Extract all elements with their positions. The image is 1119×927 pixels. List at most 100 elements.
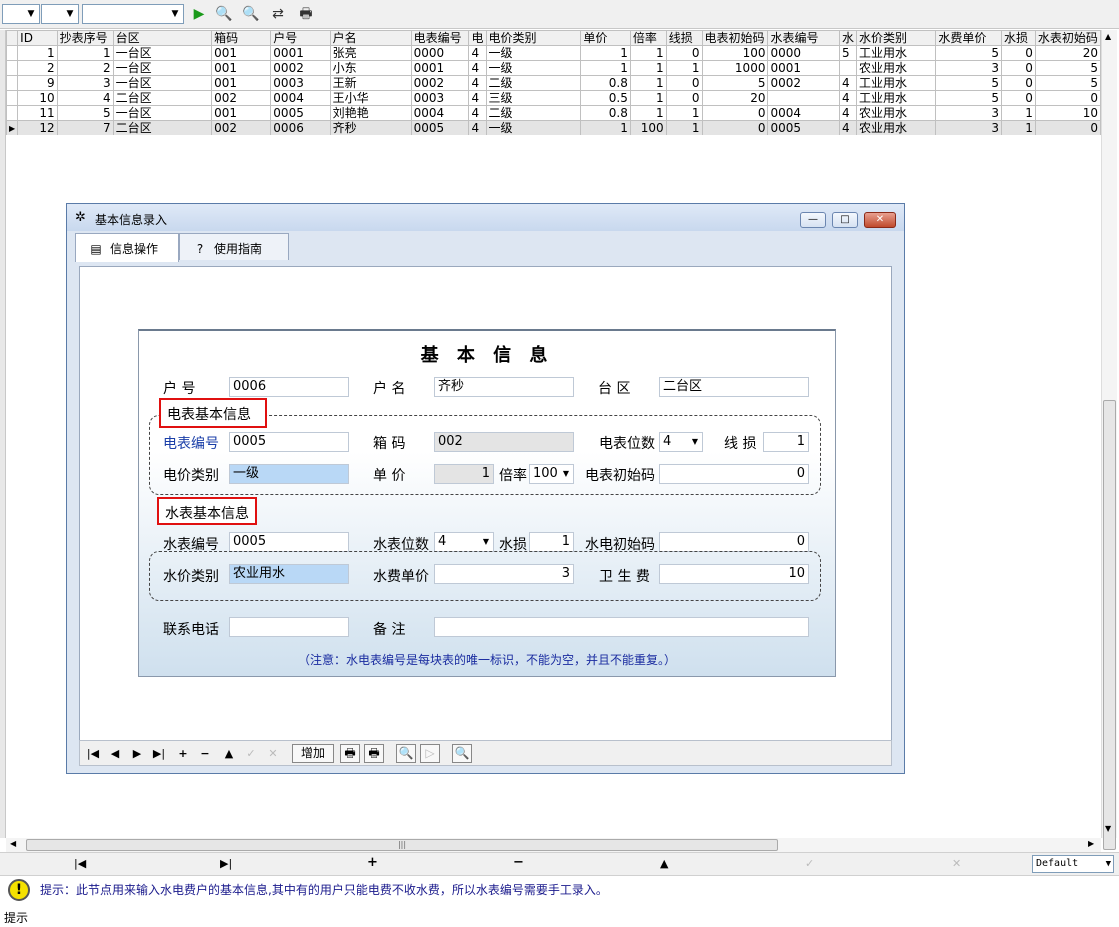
table-cell[interactable]: 4 [838, 75, 858, 91]
current-row-indicator-icon[interactable]: ▶ [6, 120, 19, 135]
table-cell[interactable]: 1 [17, 45, 58, 61]
sanitation-field[interactable]: 10 [659, 564, 809, 584]
scroll-left-icon[interactable]: ◀ [10, 839, 16, 848]
post-record-icon[interactable]: ✓ [805, 857, 814, 870]
table-cell[interactable]: 1 [665, 120, 703, 135]
add-button[interactable]: 增加 [292, 744, 334, 763]
table-cell[interactable]: 二台区 [112, 90, 213, 106]
table-cell[interactable]: 0004 [410, 105, 470, 121]
water-initial-field[interactable]: 0 [659, 532, 809, 552]
table-row[interactable]: 1 1 一台区 001 0001 张亮 0000 4 一级 1 1 0 100 0000 5 工业用水 5 0 20 [6, 45, 1101, 61]
search-icon[interactable]: 🔍 [396, 744, 416, 763]
table-cell[interactable]: 2 [17, 60, 58, 76]
water-loss-field[interactable]: 1 [529, 532, 574, 552]
table-cell[interactable]: 张亮 [329, 45, 412, 61]
grid-column-header[interactable]: ID [17, 30, 58, 46]
price-category-field[interactable]: 一级 [229, 464, 349, 484]
table-cell[interactable]: 2 [56, 60, 114, 76]
table-cell[interactable]: 0 [1000, 75, 1036, 91]
table-cell[interactable]: 10 [1034, 105, 1101, 121]
table-cell[interactable]: 11 [17, 105, 58, 121]
zoom-icon[interactable]: 🔍 [452, 744, 472, 763]
cancel-record-icon[interactable]: ✕ [952, 857, 961, 870]
search-next-icon[interactable]: 🔍 [240, 4, 262, 24]
table-cell[interactable]: 0005 [270, 105, 331, 121]
meter-initial-field[interactable]: 0 [659, 464, 809, 484]
box-code-field[interactable]: 002 [434, 432, 574, 452]
table-row[interactable]: ▶ 12 7 二台区 002 0006 齐秒 0005 4 一级 1 100 1 0 0005 4 农业用水 3 1… [6, 120, 1101, 135]
table-cell[interactable]: 1 [580, 45, 631, 61]
post-record-icon[interactable]: ✓ [242, 745, 260, 763]
line-loss-field[interactable]: 1 [763, 432, 809, 452]
table-cell[interactable]: 0 [665, 45, 703, 61]
vertical-scroll-thumb[interactable] [1103, 400, 1116, 850]
table-cell[interactable]: 1 [580, 120, 631, 135]
grid-column-header[interactable]: 户号 [270, 30, 331, 46]
grid-column-header[interactable]: 水费单价 [935, 30, 1002, 46]
grid-column-header[interactable]: 水表编号 [767, 30, 840, 46]
table-cell[interactable]: 三级 [485, 90, 582, 106]
table-cell[interactable]: 002 [211, 90, 272, 106]
data-grid[interactable]: ID 抄表序号 台区 箱码 户号 户名 电表编号电电价类别 单价 倍率 线损 电表初始码 水表编号水水… [6, 30, 1101, 135]
table-cell[interactable]: 0.8 [580, 105, 631, 121]
cancel-record-icon[interactable]: ✕ [264, 745, 282, 763]
next-record-icon[interactable]: ▶ [128, 745, 146, 763]
print-icon[interactable]: 🖶 [295, 4, 317, 24]
table-cell[interactable]: 齐秒 [329, 120, 412, 135]
table-cell[interactable]: 0001 [767, 60, 840, 76]
table-cell[interactable]: 1 [665, 105, 703, 121]
edit-record-icon[interactable]: ▲ [220, 745, 238, 763]
toolbar-combo-1[interactable]: ▼ [2, 4, 40, 24]
table-cell[interactable]: 4 [56, 90, 114, 106]
table-cell[interactable]: 0002 [767, 75, 840, 91]
table-cell[interactable]: 001 [211, 60, 272, 76]
table-cell[interactable]: 0.8 [580, 75, 631, 91]
household-no-field[interactable]: 0006 [229, 377, 349, 397]
tab-user-guide[interactable]: ? 使用指南 [179, 233, 289, 260]
table-cell[interactable]: 0003 [270, 75, 331, 91]
table-row[interactable]: 11 5 一台区 001 0005 刘艳艳 0004 4 二级 0.8 1 1 0 0004 4 农业用水 3 1… [6, 105, 1101, 121]
table-cell[interactable]: 1 [629, 45, 667, 61]
table-cell[interactable]: 0 [701, 120, 769, 135]
table-cell[interactable]: 0001 [410, 60, 470, 76]
multiplier-select[interactable]: 100 ▼ [529, 464, 574, 484]
table-cell[interactable]: 工业用水 [855, 45, 937, 61]
delete-record-icon[interactable]: − [196, 745, 214, 763]
table-cell[interactable]: 4 [468, 105, 487, 121]
table-cell[interactable]: 0006 [270, 120, 331, 135]
print-preview-icon[interactable]: 🖶 [364, 744, 384, 763]
maximize-button[interactable]: □ [832, 212, 858, 228]
row-indicator[interactable] [6, 60, 19, 76]
table-cell[interactable]: 1 [629, 90, 667, 106]
table-cell[interactable]: 1 [580, 60, 631, 76]
table-cell[interactable]: 0004 [270, 90, 331, 106]
table-cell[interactable]: 4 [468, 45, 487, 61]
print-icon[interactable]: 🖶 [340, 744, 360, 763]
table-cell[interactable]: 农业用水 [855, 120, 937, 135]
table-cell[interactable]: 一台区 [112, 75, 213, 91]
table-cell[interactable]: 4 [468, 75, 487, 91]
dialog-title-bar[interactable]: ✲ 基本信息录入 — □ ✕ [67, 204, 904, 231]
table-cell[interactable]: 二级 [485, 105, 582, 121]
table-cell[interactable]: 4 [838, 105, 858, 121]
table-cell[interactable]: 5 [1034, 75, 1101, 91]
table-cell[interactable]: 0005 [767, 120, 840, 135]
minimize-button[interactable]: — [800, 212, 826, 228]
table-cell[interactable]: 12 [17, 120, 58, 135]
table-cell[interactable]: 0000 [767, 45, 840, 61]
prior-record-icon[interactable]: ◀ [106, 745, 124, 763]
table-cell[interactable]: 10 [17, 90, 58, 106]
table-cell[interactable]: 1 [56, 45, 114, 61]
horizontal-scroll-thumb[interactable]: ||| [26, 839, 778, 851]
search-icon[interactable]: 🔍 [213, 4, 235, 24]
scroll-up-icon[interactable]: ▲ [1105, 32, 1111, 41]
grid-column-header[interactable]: 电表编号 [410, 30, 470, 46]
table-cell[interactable]: 0 [1034, 120, 1101, 135]
grid-column-header[interactable]: 水价类别 [855, 30, 937, 46]
toolbar-combo-3[interactable]: ▼ [82, 4, 184, 24]
table-cell[interactable]: 5 [838, 45, 858, 61]
table-cell[interactable]: 7 [56, 120, 114, 135]
table-cell[interactable]: 农业用水 [855, 60, 937, 76]
meter-digits-select[interactable]: 4 ▼ [659, 432, 703, 452]
horizontal-scrollbar[interactable]: ◀ ||| ▶ [6, 838, 1101, 852]
